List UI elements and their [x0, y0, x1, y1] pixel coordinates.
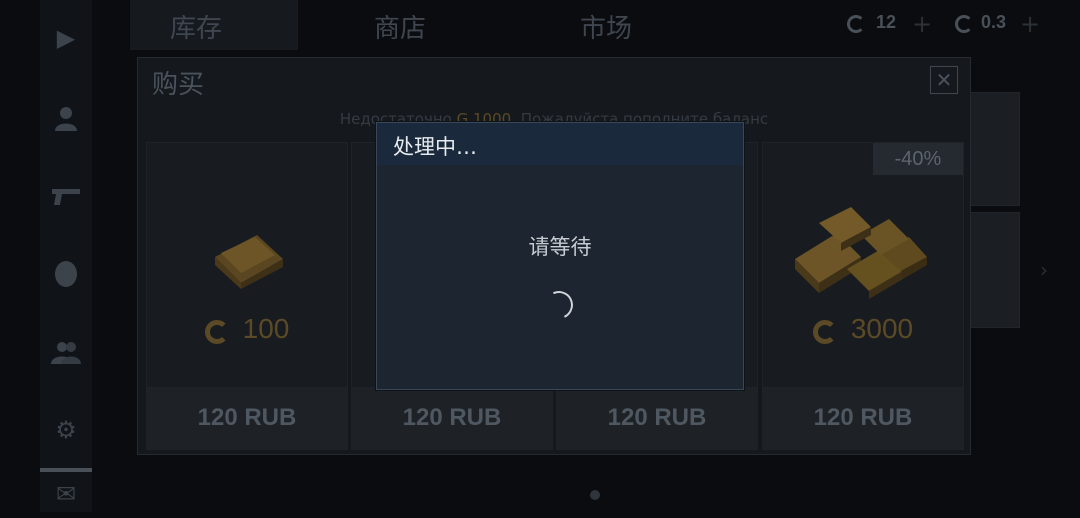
settings-icon[interactable]: ⚙ [40, 406, 92, 454]
gold-pack-card[interactable]: -40% 3000 120 RUB [762, 142, 964, 450]
gold-pack-card[interactable]: 100 120 RUB [146, 142, 348, 450]
purchase-dialog-title: 购买 [152, 70, 205, 100]
add-g-currency-button[interactable]: + [1020, 10, 1040, 38]
close-button[interactable]: ✕ [930, 66, 958, 94]
add-c-currency-button[interactable]: + [912, 10, 932, 38]
g-currency-icon [955, 15, 973, 33]
price-button[interactable]: 120 RUB [557, 387, 757, 449]
tab-market[interactable]: 市场 [580, 8, 632, 44]
price-button[interactable]: 120 RUB [147, 387, 347, 449]
friends-icon[interactable] [40, 328, 92, 376]
loading-spinner-icon [541, 287, 577, 323]
gold-bars-stack-icon [795, 207, 927, 299]
gold-amount: 3000 [763, 313, 963, 345]
g-currency-value: 0.3 [981, 12, 1007, 32]
c-currency-icon [847, 15, 865, 33]
mail-icon[interactable]: ✉ [40, 470, 92, 518]
tab-inventory[interactable]: 库存 [170, 8, 222, 44]
processing-title: 处理中… [393, 135, 477, 159]
weapon-icon[interactable] [40, 172, 92, 220]
gold-bar-icon [215, 235, 283, 289]
play-icon[interactable]: ▶ [40, 14, 92, 62]
profile-icon[interactable] [40, 94, 92, 142]
left-nav: ▶ ⚙ ✉ [40, 0, 92, 512]
side-item-card[interactable] [968, 92, 1020, 206]
chevron-right-icon[interactable]: › [1040, 258, 1048, 282]
processing-message: 请等待 [528, 235, 592, 259]
gold-amount: 100 [147, 313, 347, 345]
clan-icon[interactable] [40, 250, 92, 298]
c-currency-value: 12 [876, 12, 897, 32]
g-coin-icon [812, 320, 837, 344]
nav-active-indicator [40, 468, 92, 472]
page-indicator-dot [590, 490, 600, 500]
processing-dialog: 处理中… 请等待 [376, 122, 744, 390]
discount-badge: -40% [873, 143, 963, 175]
price-button[interactable]: 120 RUB [763, 387, 963, 449]
side-item-card[interactable] [968, 212, 1020, 328]
processing-dialog-header: 处理中… [377, 123, 743, 165]
close-icon: ✕ [935, 68, 953, 92]
tab-shop[interactable]: 商店 [374, 8, 426, 44]
price-button[interactable]: 120 RUB [352, 387, 552, 449]
g-coin-icon [204, 320, 229, 344]
